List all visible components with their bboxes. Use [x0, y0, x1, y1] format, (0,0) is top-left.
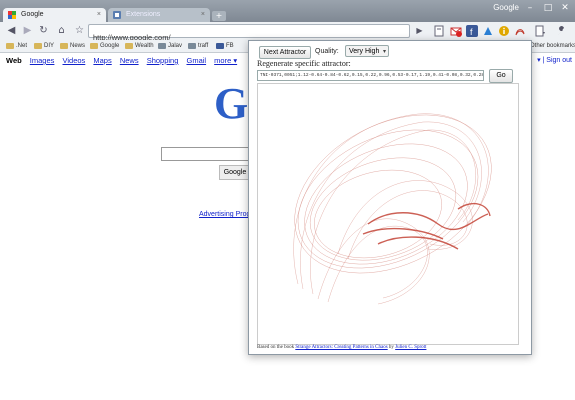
folder-icon [6, 43, 14, 49]
next-attractor-button[interactable]: Next Attractor [259, 46, 311, 59]
facebook-icon[interactable]: f [466, 25, 478, 37]
folder-icon [60, 43, 68, 49]
window-title: Google [493, 3, 519, 12]
bookmark-folder-wealth[interactable]: Wealth [125, 41, 154, 51]
link-icon [188, 43, 196, 49]
nav-images[interactable]: Images [30, 56, 55, 65]
sign-out-link[interactable]: ▾ | Sign out [537, 56, 572, 64]
gmail-checker-icon[interactable] [450, 25, 462, 37]
bookmark-folder-net[interactable]: .Net [6, 41, 27, 51]
bookmark-folder-diy[interactable]: DIY [34, 41, 54, 51]
author-link[interactable]: Julien C. Sprott [395, 345, 426, 350]
nav-videos[interactable]: Videos [63, 56, 86, 65]
folder-icon [125, 43, 133, 49]
extension-blue-icon[interactable] [482, 25, 494, 37]
page-icon[interactable] [433, 25, 445, 37]
attractor-code-input[interactable]: TNI-0371,0051;1.12-0.64-0.84-0.62,0.15,0… [257, 70, 484, 81]
advertising-link[interactable]: Advertising Prog [199, 211, 250, 218]
folder-icon [90, 43, 98, 49]
new-tab-button[interactable]: + [212, 11, 226, 21]
home-button[interactable]: ⌂ [55, 25, 68, 37]
quality-label: Quality: [315, 48, 339, 55]
bookmark-fb[interactable]: FB [216, 41, 234, 51]
go-button[interactable]: ▶ [413, 25, 426, 37]
tab-google[interactable]: Google × [3, 8, 106, 22]
folder-icon [34, 43, 42, 49]
attractor-popup: Next Attractor Quality: Very High ▾ Rege… [248, 40, 532, 355]
tab-close-icon[interactable]: × [97, 8, 101, 22]
google-search-button[interactable]: Google [219, 165, 251, 180]
nav-web[interactable]: Web [6, 56, 22, 65]
wrench-icon[interactable] [555, 25, 567, 37]
nav-shopping[interactable]: Shopping [147, 56, 179, 65]
tab-close-icon[interactable]: × [201, 8, 205, 22]
chevron-down-icon: ▾ [382, 49, 386, 55]
google-logo: G [214, 79, 249, 128]
reload-button[interactable]: ↻ [37, 25, 50, 37]
bookmark-traff[interactable]: traff [188, 41, 208, 51]
other-bookmarks[interactable]: Other bookmarks [530, 41, 575, 51]
forward-button[interactable]: ▶ [21, 25, 34, 37]
back-button[interactable]: ◀ [5, 25, 18, 37]
tab-label: Google [21, 11, 44, 18]
address-bar[interactable] [88, 24, 410, 43]
info-icon[interactable] [498, 25, 510, 37]
tab-extensions[interactable]: Extensions × [108, 8, 210, 22]
close-window-button[interactable]: ✕ [558, 2, 572, 14]
attractor-canvas [257, 83, 519, 345]
bookmark-jalav[interactable]: Jalav [158, 41, 182, 51]
tab-label: Extensions [126, 11, 161, 18]
nav-gmail[interactable]: Gmail [186, 56, 206, 65]
page-menu-icon[interactable] [534, 25, 546, 37]
maximize-button[interactable]: □ [541, 2, 555, 14]
link-icon [158, 43, 166, 49]
book-link[interactable]: Strange Attractors: Creating Patterns in… [295, 345, 387, 350]
minimize-button[interactable]: – [523, 2, 537, 14]
nav-more[interactable]: more ▾ [214, 56, 237, 65]
bookmark-folder-news[interactable]: News [60, 41, 85, 51]
window-titlebar: Google × Extensions × + Google – □ ✕ [0, 0, 575, 22]
facebook-icon [216, 43, 224, 49]
nav-news[interactable]: News [120, 56, 139, 65]
go-button[interactable]: Go [489, 69, 513, 83]
regenerate-label: Regenerate specific attractor: [257, 59, 351, 68]
puzzle-icon [113, 11, 121, 19]
quality-value: Very High [349, 48, 380, 55]
quality-select[interactable]: Very High ▾ [345, 45, 389, 57]
bookmark-folder-google[interactable]: Google [90, 41, 119, 51]
nav-maps[interactable]: Maps [93, 56, 111, 65]
bookmark-star-icon[interactable]: ☆ [73, 25, 86, 37]
attractor-image [293, 113, 492, 305]
attractor-extension-icon[interactable] [514, 25, 526, 37]
google-favicon-icon [8, 11, 16, 19]
browser-toolbar: ◀ ▶ ↻ ⌂ ☆ ▶ f [0, 22, 575, 43]
google-nav: Web Images Videos Maps News Shopping Gma… [6, 56, 243, 65]
attribution-footer: Based on the book Strange Attractors: Cr… [257, 345, 427, 350]
